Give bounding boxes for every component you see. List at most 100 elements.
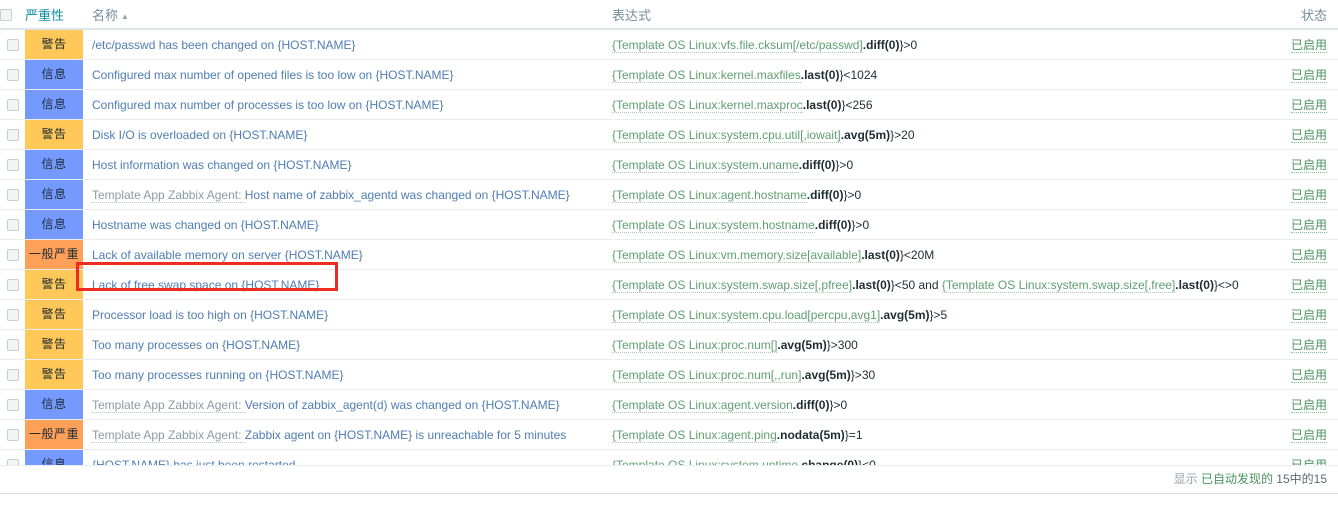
severity-sort-link[interactable]: 严重性 [25,8,64,23]
status-cell: 已启用 [1243,210,1338,240]
severity-badge: 信息 [25,390,83,419]
row-checkbox-cell [0,90,25,120]
row-checkbox[interactable] [7,279,19,291]
row-checkbox[interactable] [7,69,19,81]
trigger-name-link[interactable]: Host information was changed on {HOST.NA… [92,158,351,172]
expression-item-link-2[interactable]: {Template OS Linux:system.swap.size[,fre… [942,278,1175,293]
trigger-name-link[interactable]: Disk I/O is overloaded on {HOST.NAME} [92,128,307,142]
expression-item-link[interactable]: {Template OS Linux:kernel.maxproc [612,98,803,113]
status-toggle-link[interactable]: 已启用 [1291,428,1327,443]
row-checkbox-cell [0,150,25,180]
status-toggle-link[interactable]: 已启用 [1291,38,1327,53]
status-cell: 已启用 [1243,60,1338,90]
expression-item-link[interactable]: {Template OS Linux:vm.memory.size[availa… [612,248,861,263]
expression-cell: {Template OS Linux:system.swap.size[,pfr… [603,270,1243,300]
template-prefix-link[interactable]: Template App Zabbix Agent: [92,188,245,203]
row-checkbox[interactable] [7,39,19,51]
trigger-name-link[interactable]: Too many processes running on {HOST.NAME… [92,368,343,382]
row-checkbox[interactable] [7,309,19,321]
expression-cell: {Template OS Linux:agent.version.diff(0)… [603,390,1243,420]
trigger-name-link[interactable]: Host name of zabbix_agentd was changed o… [245,188,570,202]
row-checkbox[interactable] [7,189,19,201]
status-cell: 已启用 [1243,330,1338,360]
row-checkbox[interactable] [7,99,19,111]
trigger-name-link[interactable]: Version of zabbix_agent(d) was changed o… [245,398,560,412]
trigger-name-link[interactable]: Lack of available memory on server {HOST… [92,248,363,262]
table-row: 一般严重Lack of available memory on server {… [0,240,1338,270]
trigger-name-cell: Lack of available memory on server {HOST… [83,240,603,270]
expression-function: .avg(5m) [880,308,929,322]
table-row: 信息Hostname was changed on {HOST.NAME}{Te… [0,210,1338,240]
expression-item-link[interactable]: {Template OS Linux:agent.hostname [612,188,807,203]
expression-item-link[interactable]: {Template OS Linux:system.cpu.util[,iowa… [612,128,841,143]
expression-item-link[interactable]: {Template OS Linux:agent.version [612,398,793,413]
status-toggle-link[interactable]: 已启用 [1291,248,1327,263]
header-severity[interactable]: 严重性 [25,0,83,29]
template-prefix-link[interactable]: Template App Zabbix Agent: [92,398,245,413]
status-cell: 已启用 [1243,360,1338,390]
expression-item-link[interactable]: {Template OS Linux:system.uname [612,158,799,173]
status-toggle-link[interactable]: 已启用 [1291,128,1327,143]
name-sort-link[interactable]: 名称 [92,8,118,23]
status-toggle-link[interactable]: 已启用 [1291,68,1327,83]
status-toggle-link[interactable]: 已启用 [1291,308,1327,323]
status-toggle-link[interactable]: 已启用 [1291,98,1327,113]
expression-operand: }>300 [827,338,858,352]
expression-operand-2: }<>0 [1214,278,1239,292]
header-expression: 表达式 [603,0,1243,29]
trigger-name-cell: /etc/passwd has been changed on {HOST.NA… [83,29,603,60]
severity-badge: 信息 [25,60,83,89]
expression-operand: }>0 [835,158,853,172]
severity-badge: 警告 [25,360,83,389]
expression-function: .diff(0) [793,398,830,412]
trigger-name-link[interactable]: Zabbix agent on {HOST.NAME} is unreachab… [245,428,567,442]
expression-cell: {Template OS Linux:system.cpu.load[percp… [603,300,1243,330]
row-checkbox[interactable] [7,249,19,261]
table-header: 严重性 名称▲ 表达式 状态 [0,0,1338,29]
row-checkbox[interactable] [7,399,19,411]
status-toggle-link[interactable]: 已启用 [1291,158,1327,173]
table-row: 信息 Template App Zabbix Agent: Version of … [0,390,1338,420]
expression-item-link[interactable]: {Template OS Linux:vfs.file.cksum[/etc/p… [612,38,863,53]
row-checkbox[interactable] [7,339,19,351]
trigger-name-cell: Too many processes on {HOST.NAME} [83,330,603,360]
expression-item-link[interactable]: {Template OS Linux:proc.num[] [612,338,777,353]
severity-cell: 信息 [25,180,83,210]
expression-item-link[interactable]: {Template OS Linux:agent.ping [612,428,777,443]
trigger-name-link[interactable]: Too many processes on {HOST.NAME} [92,338,300,352]
status-toggle-link[interactable]: 已启用 [1291,278,1327,293]
status-toggle-link[interactable]: 已启用 [1291,188,1327,203]
expression-item-link[interactable]: {Template OS Linux:proc.num[,,run] [612,368,801,383]
trigger-name-link[interactable]: Configured max number of processes is to… [92,98,444,112]
trigger-name-link[interactable]: Processor load is too high on {HOST.NAME… [92,308,328,322]
status-toggle-link[interactable]: 已启用 [1291,218,1327,233]
expression-item-link[interactable]: {Template OS Linux:system.hostname [612,218,815,233]
expression-operand: }>20 [890,128,914,142]
severity-cell: 信息 [25,150,83,180]
header-name[interactable]: 名称▲ [83,0,603,29]
trigger-name-link[interactable]: /etc/passwd has been changed on {HOST.NA… [92,38,356,52]
trigger-name-link[interactable]: Configured max number of opened files is… [92,68,454,82]
trigger-name-link[interactable]: Lack of free swap space on {HOST.NAME} [92,278,319,292]
row-checkbox[interactable] [7,369,19,381]
select-all-checkbox[interactable] [0,9,12,21]
severity-badge: 警告 [25,300,83,329]
row-checkbox[interactable] [7,159,19,171]
expression-item-link[interactable]: {Template OS Linux:system.swap.size[,pfr… [612,278,852,293]
row-checkbox[interactable] [7,219,19,231]
expression-item-link[interactable]: {Template OS Linux:kernel.maxfiles [612,68,801,83]
trigger-name-cell: Configured max number of processes is to… [83,90,603,120]
status-toggle-link[interactable]: 已启用 [1291,368,1327,383]
status-toggle-link[interactable]: 已启用 [1291,398,1327,413]
template-prefix-link[interactable]: Template App Zabbix Agent: [92,428,245,443]
expression-item-link[interactable]: {Template OS Linux:system.cpu.load[percp… [612,308,880,323]
status-cell: 已启用 [1243,390,1338,420]
row-checkbox[interactable] [7,429,19,441]
row-checkbox[interactable] [7,129,19,141]
table-row: 信息 Configured max number of opened files … [0,60,1338,90]
trigger-name-link[interactable]: Hostname was changed on {HOST.NAME} [92,218,319,232]
trigger-name-cell: Template App Zabbix Agent: Host name of … [83,180,603,210]
status-toggle-link[interactable]: 已启用 [1291,338,1327,353]
trigger-name-cell: Configured max number of opened files is… [83,60,603,90]
status-cell: 已启用 [1243,180,1338,210]
